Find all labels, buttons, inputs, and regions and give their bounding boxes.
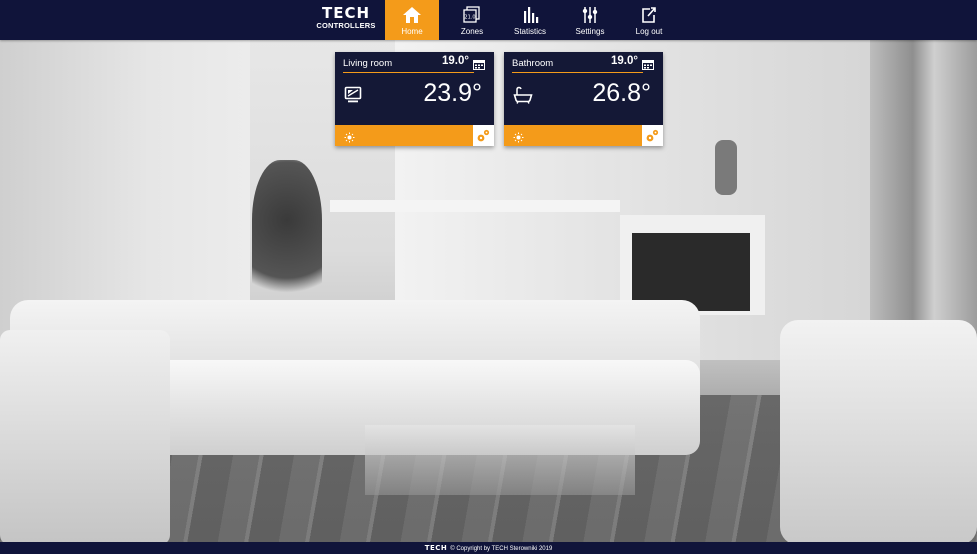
nav-zones[interactable]: 21.0 Zones bbox=[445, 0, 499, 40]
nav-zones-label: Zones bbox=[460, 27, 484, 36]
calendar-icon bbox=[642, 57, 654, 75]
zone-tile-bathroom[interactable]: Bathroom 19.0° 26.8° bbox=[504, 52, 663, 146]
zone-set-temperature: 19.0° bbox=[611, 55, 638, 67]
sun-icon bbox=[344, 130, 355, 148]
statistics-icon bbox=[503, 5, 557, 27]
nav-home-label: Home bbox=[401, 27, 423, 36]
zone-tile-living-room[interactable]: Living room 19.0° 23.9° bbox=[335, 52, 494, 146]
zone-set-temperature: 19.0° bbox=[442, 55, 469, 67]
calendar-icon bbox=[473, 57, 485, 75]
nav-logout-label: Log out bbox=[635, 27, 663, 36]
zone-name: Bathroom bbox=[512, 58, 554, 69]
zone-divider bbox=[343, 72, 474, 73]
zone-current-temperature: 23.9° bbox=[423, 79, 482, 107]
zone-divider bbox=[512, 72, 643, 73]
nav-settings[interactable]: Settings bbox=[563, 0, 617, 40]
monitor-icon bbox=[344, 86, 362, 109]
zone-settings-button[interactable] bbox=[473, 125, 494, 146]
zone-current-temperature: 26.8° bbox=[592, 79, 651, 107]
svg-text:21.0: 21.0 bbox=[464, 15, 475, 21]
nav-statistics-label: Statistics bbox=[513, 27, 546, 36]
nav-logout[interactable]: Log out bbox=[622, 0, 676, 40]
settings-icon bbox=[563, 5, 617, 27]
footer-copyright: © Copyright by TECH Sterowniki 2019 bbox=[450, 546, 553, 552]
gears-icon bbox=[646, 129, 659, 142]
sun-icon bbox=[513, 130, 524, 148]
footer-logo: TECH bbox=[424, 544, 448, 552]
top-navigation-bar: TECH CONTROLLERS Home 21.0 Zones Statist… bbox=[0, 0, 977, 40]
footer: TECH © Copyright by TECH Sterowniki 2019 bbox=[0, 542, 977, 554]
bathtub-icon bbox=[513, 86, 533, 109]
logo-subtitle: CONTROLLERS bbox=[316, 21, 376, 30]
tech-logo: TECH CONTROLLERS bbox=[312, 6, 380, 36]
nav-home[interactable]: Home bbox=[385, 0, 439, 40]
zones-icon: 21.0 bbox=[445, 5, 499, 27]
logo-text: TECH bbox=[321, 4, 371, 22]
zone-status-bar bbox=[504, 125, 663, 146]
home-icon bbox=[385, 5, 439, 27]
logout-icon bbox=[622, 5, 676, 27]
zone-name: Living room bbox=[343, 58, 393, 69]
nav-settings-label: Settings bbox=[575, 27, 605, 36]
nav-statistics[interactable]: Statistics bbox=[503, 0, 557, 40]
zone-settings-button[interactable] bbox=[642, 125, 663, 146]
gears-icon bbox=[477, 129, 490, 142]
zone-status-bar bbox=[335, 125, 494, 146]
